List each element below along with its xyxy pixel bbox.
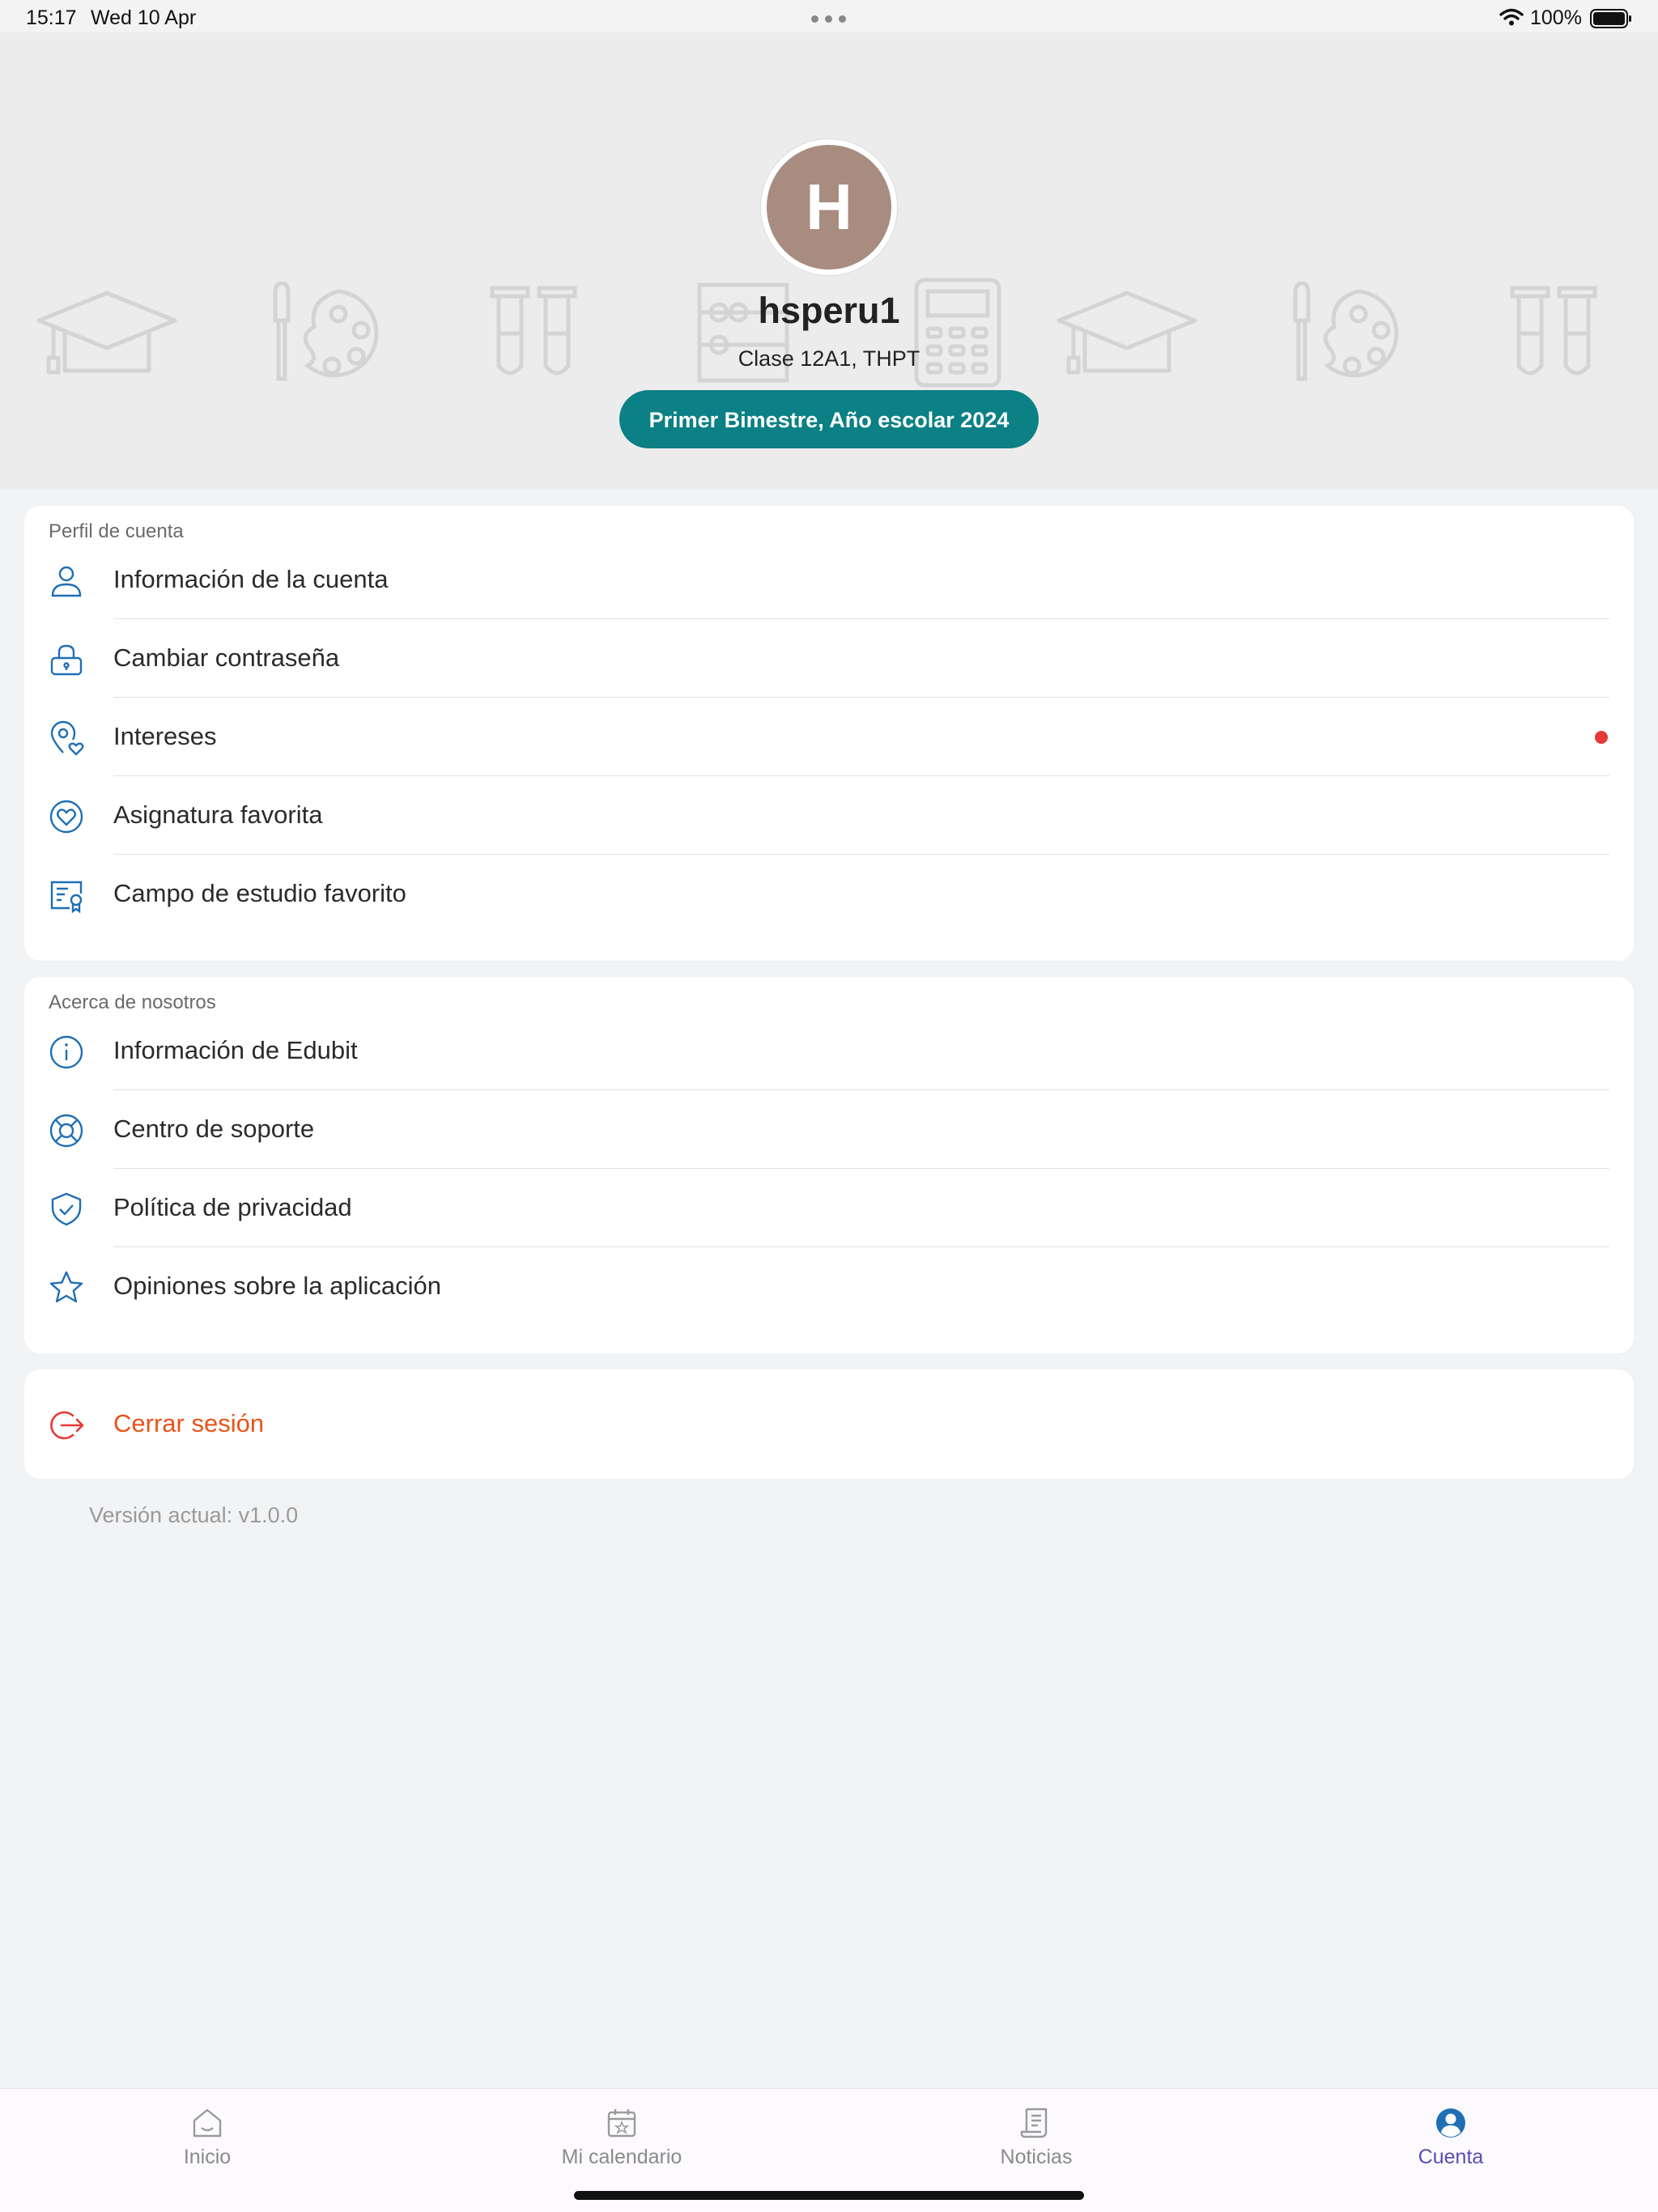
- home-icon: [193, 2108, 222, 2138]
- info-icon: [49, 1035, 83, 1069]
- class-info: Clase 12A1, THPT: [738, 346, 920, 371]
- account-profile-card: Perfil de cuenta Información de la cuent…: [24, 506, 1634, 961]
- app-version: Versión actual: v1.0.0: [89, 1503, 299, 1527]
- status-time: 15:17: [26, 6, 77, 29]
- menu-item-label: Centro de soporte: [113, 1114, 315, 1143]
- section-title: Perfil de cuenta: [49, 520, 184, 542]
- location-heart-icon: [50, 720, 84, 756]
- tab-label: Cuenta: [1418, 2146, 1484, 2168]
- menu-item-interests[interactable]: Intereses: [24, 698, 1634, 776]
- menu-item-label: Campo de estudio favorito: [113, 879, 406, 907]
- lifebuoy-icon: [49, 1114, 83, 1148]
- wifi-icon: [1499, 8, 1524, 26]
- profile-header: H hsperu1 Clase 12A1, THPT Primer Bimest…: [0, 32, 1658, 489]
- username: hsperu1: [758, 290, 900, 331]
- logout-card: Cerrar sesión: [24, 1369, 1634, 1479]
- avatar[interactable]: H: [761, 139, 897, 275]
- heart-circle-icon: [49, 800, 83, 834]
- account-icon: [1436, 2108, 1465, 2138]
- logout-icon: [50, 1411, 84, 1440]
- shield-check-icon: [51, 1192, 82, 1226]
- menu-item-label: Información de Edubit: [113, 1036, 358, 1064]
- menu-item-support-center[interactable]: Centro de soporte: [24, 1090, 1634, 1169]
- menu-item-label: Política de privacidad: [113, 1193, 352, 1221]
- logout-button[interactable]: Cerrar sesión: [24, 1385, 1634, 1463]
- status-date: Wed 10 Apr: [91, 6, 197, 29]
- tab-mi-calendario[interactable]: Mi calendario: [414, 2089, 829, 2186]
- status-bar: 15:17 Wed 10 Apr 100%: [0, 0, 1658, 32]
- tab-noticias[interactable]: Noticias: [829, 2089, 1244, 2186]
- about-us-card: Acerca de nosotros Información de Edubit…: [24, 977, 1634, 1353]
- certificate-icon: [50, 881, 83, 913]
- menu-item-label: Asignatura favorita: [113, 800, 323, 829]
- home-indicator[interactable]: [574, 2191, 1084, 2200]
- menu-item-edubit-info[interactable]: Información de Edubit: [24, 1012, 1634, 1090]
- menu-item-app-feedback[interactable]: Opiniones sobre la aplicación: [24, 1247, 1634, 1326]
- menu-item-label: Opiniones sobre la aplicación: [113, 1272, 441, 1300]
- logout-label: Cerrar sesión: [113, 1409, 265, 1437]
- multitasking-dots-icon[interactable]: [811, 15, 847, 23]
- menu-item-favorite-subject[interactable]: Asignatura favorita: [24, 776, 1634, 855]
- user-icon: [51, 566, 82, 597]
- menu-item-privacy-policy[interactable]: Política de privacidad: [24, 1169, 1634, 1247]
- section-title: Acerca de nosotros: [49, 991, 216, 1013]
- tab-label: Mi calendario: [561, 2146, 682, 2168]
- tab-inicio[interactable]: Inicio: [0, 2089, 414, 2186]
- tab-label: Noticias: [1000, 2146, 1073, 2168]
- menu-item-label: Cambiar contraseña: [113, 643, 340, 672]
- tab-label: Inicio: [183, 2146, 232, 2168]
- menu-item-change-password[interactable]: Cambiar contraseña: [24, 619, 1634, 698]
- notification-badge: [1595, 731, 1608, 744]
- battery-icon: [1590, 9, 1631, 28]
- menu-item-account-info[interactable]: Información de la cuenta: [24, 541, 1634, 619]
- news-icon: [1020, 2108, 1048, 2138]
- star-icon: [49, 1271, 83, 1303]
- menu-item-favorite-field[interactable]: Campo de estudio favorito: [24, 855, 1634, 933]
- calendar-icon: [607, 2109, 636, 2138]
- tab-cuenta[interactable]: Cuenta: [1244, 2089, 1658, 2186]
- battery-percent: 100%: [1530, 6, 1582, 29]
- lock-icon: [50, 644, 83, 676]
- menu-item-label: Información de la cuenta: [113, 565, 389, 593]
- term-selector-button[interactable]: Primer Bimestre, Año escolar 2024: [619, 390, 1039, 448]
- menu-item-label: Intereses: [113, 722, 217, 750]
